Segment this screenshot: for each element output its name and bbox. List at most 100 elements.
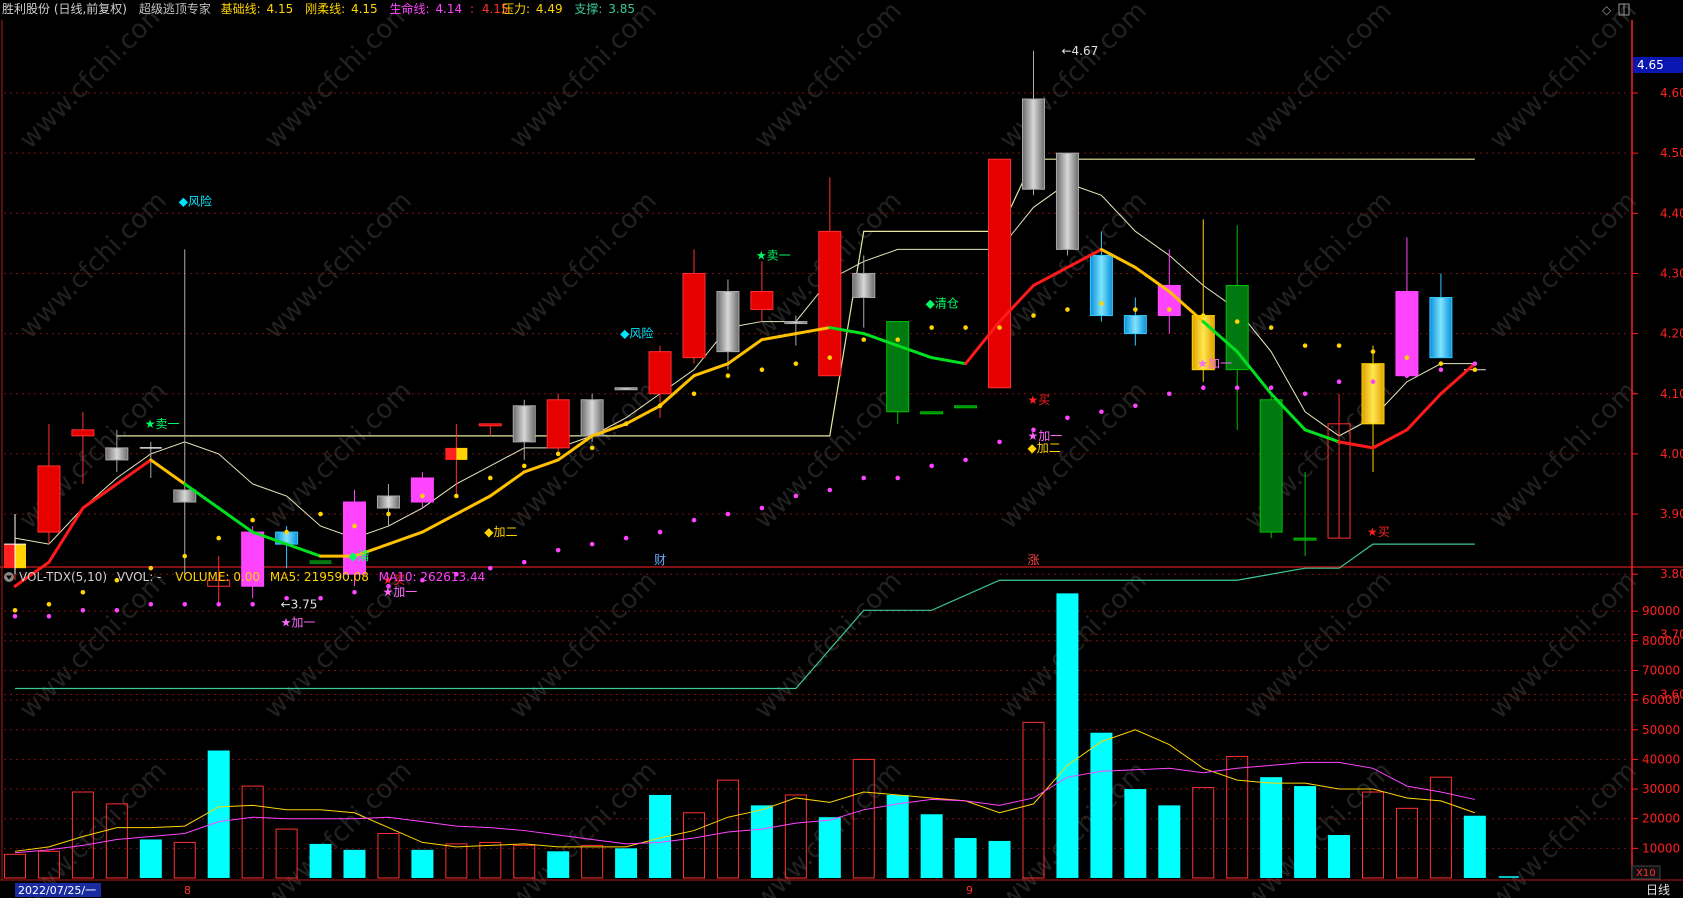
yellow-dot: [555, 451, 561, 457]
candle-body: [410, 477, 434, 503]
magenta-dot: [1234, 385, 1240, 391]
candle-body: [478, 423, 502, 427]
yellow-dot: [725, 373, 731, 379]
volume-header: VOL-TDX(5,10) VVOL: - VOLUME: 0.00 MA5: …: [19, 570, 485, 584]
volume-bar: [1056, 593, 1079, 878]
yellow-dot: [1167, 307, 1172, 312]
volume-bar: [1260, 777, 1283, 878]
yellow-dot: [488, 475, 493, 481]
magenta-dot: [555, 547, 561, 553]
candle-body: [1259, 399, 1283, 533]
annotation-label: ★卖一: [145, 417, 180, 431]
volume-bar: [479, 841, 502, 879]
annotation-label: ←3.75: [281, 597, 318, 611]
candle-body: [445, 447, 457, 460]
volume-bar: [920, 814, 943, 878]
volume-tick-label: 90000: [1642, 604, 1680, 618]
yellow-dot: [657, 403, 663, 409]
volume-bar: [4, 853, 26, 879]
volume-bar: [1158, 805, 1181, 878]
candle-body: [1089, 254, 1113, 317]
rigid-value: 4.15: [351, 2, 378, 16]
magenta-dot: [895, 475, 900, 481]
candle-body: [309, 560, 332, 565]
candle-body: [343, 501, 366, 575]
candle-body: [37, 465, 61, 533]
vol-collapse-icon[interactable]: [4, 572, 14, 582]
current-price-label: 4.65: [1637, 58, 1664, 72]
diamond-icon[interactable]: ◇: [1602, 3, 1612, 17]
candle-body: [614, 387, 638, 391]
life-line-segment: [1371, 428, 1409, 450]
magenta-dot: [352, 589, 357, 595]
candle-body: [1395, 290, 1419, 377]
candle-body: [173, 489, 197, 503]
watermark-text: www.cfchi.com: [749, 0, 908, 155]
price-tick-label: 4.60: [1660, 86, 1683, 100]
candle-body: [886, 321, 910, 413]
life-line-segment: [285, 542, 323, 558]
watermark-text: www.cfchi.com: [259, 0, 418, 155]
yellow-dot: [691, 391, 697, 397]
watermark-text: www.cfchi.com: [749, 376, 908, 535]
magenta-dot: [148, 601, 154, 607]
candle-body: [750, 290, 774, 311]
watermark-text: www.cfchi.com: [1484, 566, 1643, 725]
yellow-dot: [1031, 313, 1036, 318]
yellow-dot: [1438, 361, 1444, 366]
annotation-label: ★加一: [1197, 357, 1232, 371]
yellow-dot: [352, 523, 357, 529]
magenta-dot: [488, 565, 493, 571]
watermark-text: www.cfchi.com: [749, 566, 908, 725]
volume-axis: 10000 20000 30000 40000 50000 60000 70000 80000…: [1632, 604, 1680, 855]
life-line-segment: [692, 362, 730, 378]
candle-body: [580, 399, 604, 437]
yellow-dot: [420, 493, 425, 499]
volume-bar: [954, 837, 977, 878]
month-mark-8: 8: [184, 884, 191, 897]
volume-bar: [988, 840, 1011, 878]
yellow-dot: [1370, 349, 1376, 354]
yellow-dot: [963, 325, 968, 330]
period-label[interactable]: 日线: [1646, 883, 1670, 897]
life-sep: :: [470, 2, 474, 16]
thin-path: [14, 182, 1475, 545]
yellow-dot: [46, 601, 52, 607]
candle-body: [1022, 98, 1045, 190]
annotation-label: ←4.67: [1061, 44, 1098, 58]
yellow-dot: [623, 421, 629, 427]
watermark-text: www.cfchi.com: [504, 566, 663, 725]
yellow-dot: [318, 511, 323, 517]
volume-bar: [1328, 835, 1351, 878]
magenta-dot: [46, 614, 52, 619]
candle-body: [818, 230, 842, 377]
stock-chart: www.cfchi.com www.cfchi.com www.cfchi.com w…: [0, 0, 1683, 898]
life-line-segment: [81, 482, 119, 510]
annotation-label: ★买: [1028, 393, 1051, 407]
magenta-dot: [1336, 379, 1342, 385]
volume-tick-label: 30000: [1642, 782, 1680, 796]
magenta-dot: [963, 457, 968, 463]
candle-body: [1361, 363, 1385, 425]
annotation-label: ◆风险: [179, 193, 212, 208]
watermark-text: www.cfchi.com: [1239, 186, 1398, 345]
annotation-label: ◆清仓: [926, 297, 959, 311]
volume-bar: [1294, 786, 1317, 878]
magenta-dot: [589, 541, 595, 547]
volume-ma10-line: [14, 761, 1475, 854]
support-label: 支撑:: [574, 1, 602, 16]
magenta-dot: [861, 475, 867, 481]
yellow-dot: [1302, 343, 1308, 348]
candle-body: [716, 290, 740, 353]
header-line: 胜利股份 (日线,前复权) 超级逃顶专家 基础线: 4.15 刚柔线: 4.15…: [2, 1, 509, 16]
watermark-text: www.cfchi.com: [994, 0, 1153, 155]
annotation-label: ◆加二: [1028, 441, 1061, 455]
magenta-dot: [1200, 385, 1206, 391]
indicator-name: 超级逃顶专家: [139, 1, 211, 16]
rigid-label: 刚柔线:: [305, 2, 345, 16]
price-tick-label: 4.00: [1660, 447, 1683, 461]
yellow-dot: [1472, 367, 1478, 372]
volume-bar: [1463, 815, 1486, 878]
candle-body: [71, 429, 95, 437]
price-tick-label: 3.90: [1660, 507, 1683, 521]
